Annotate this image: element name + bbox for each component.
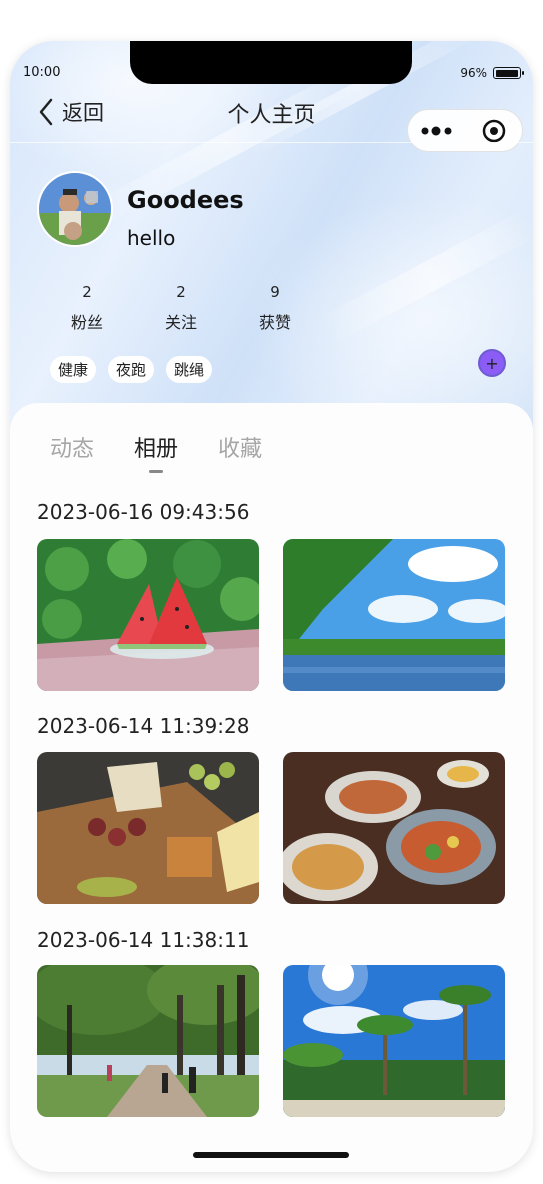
stat-label: 关注: [164, 313, 197, 332]
tab-posts[interactable]: 动态: [50, 431, 94, 463]
album-date: 2023-06-14 11:39:28: [37, 714, 250, 738]
mini-program-capsule: [407, 109, 523, 152]
content-sheet: 动态 相册 收藏 2023-06-16 09:43:56 2023-06-14 …: [10, 403, 533, 1172]
seafood-platter-photo: [283, 752, 505, 904]
plus-icon: +: [485, 353, 499, 373]
tag-chip[interactable]: 健康: [50, 356, 97, 383]
tag-list: 健康 夜跑 跳绳: [50, 356, 213, 383]
tag-chip[interactable]: 跳绳: [166, 356, 213, 383]
camera-notch: [130, 41, 412, 84]
stat-value: 2: [176, 283, 186, 301]
stat-followers[interactable]: 2 粉丝: [40, 283, 134, 333]
album-photo-park-runners[interactable]: [37, 965, 259, 1117]
close-target-icon: [482, 119, 505, 142]
more-dots-icon: [421, 126, 451, 135]
battery-fill: [495, 69, 518, 77]
add-tag-button[interactable]: +: [478, 349, 506, 377]
close-button[interactable]: [465, 110, 522, 151]
stat-value: 9: [270, 283, 280, 301]
album-photo-river[interactable]: [283, 539, 505, 691]
phone-screen: 10:00 96% 返回 个人主页 Goodees hello 2 粉丝 2 关…: [10, 41, 533, 1172]
battery-icon: [493, 67, 524, 79]
home-indicator: [193, 1152, 349, 1158]
album-date: 2023-06-16 09:43:56: [37, 500, 250, 524]
status-time: 10:00: [23, 65, 61, 80]
stat-likes[interactable]: 9 获赞: [228, 283, 322, 333]
more-button[interactable]: [408, 110, 465, 151]
album-photo-charcuterie[interactable]: [37, 752, 259, 904]
tab-bar: 动态 相册 收藏: [50, 431, 262, 473]
palm-beach-photo: [283, 965, 505, 1117]
stats-row: 2 粉丝 2 关注 9 获赞: [40, 283, 322, 333]
username: Goodees: [127, 186, 244, 214]
nav-divider: [10, 142, 533, 143]
stat-label: 粉丝: [70, 313, 103, 332]
tab-album[interactable]: 相册: [134, 431, 178, 473]
tab-favorites[interactable]: 收藏: [218, 431, 262, 463]
stat-value: 2: [82, 283, 92, 301]
stat-following[interactable]: 2 关注: [134, 283, 228, 333]
park-runners-photo: [37, 965, 259, 1117]
watermelon-photo: [37, 539, 259, 691]
album-photo-seafood-platter[interactable]: [283, 752, 505, 904]
bio: hello: [127, 226, 176, 250]
charcuterie-photo: [37, 752, 259, 904]
stat-label: 获赞: [258, 313, 291, 332]
river-photo: [283, 539, 505, 691]
album-date: 2023-06-14 11:38:11: [37, 928, 250, 952]
tag-chip[interactable]: 夜跑: [108, 356, 155, 383]
avatar[interactable]: [37, 171, 113, 247]
album-photo-watermelon[interactable]: [37, 539, 259, 691]
status-right: 96%: [460, 66, 524, 80]
battery-percent: 96%: [460, 66, 487, 80]
album-photo-palm-beach[interactable]: [283, 965, 505, 1117]
